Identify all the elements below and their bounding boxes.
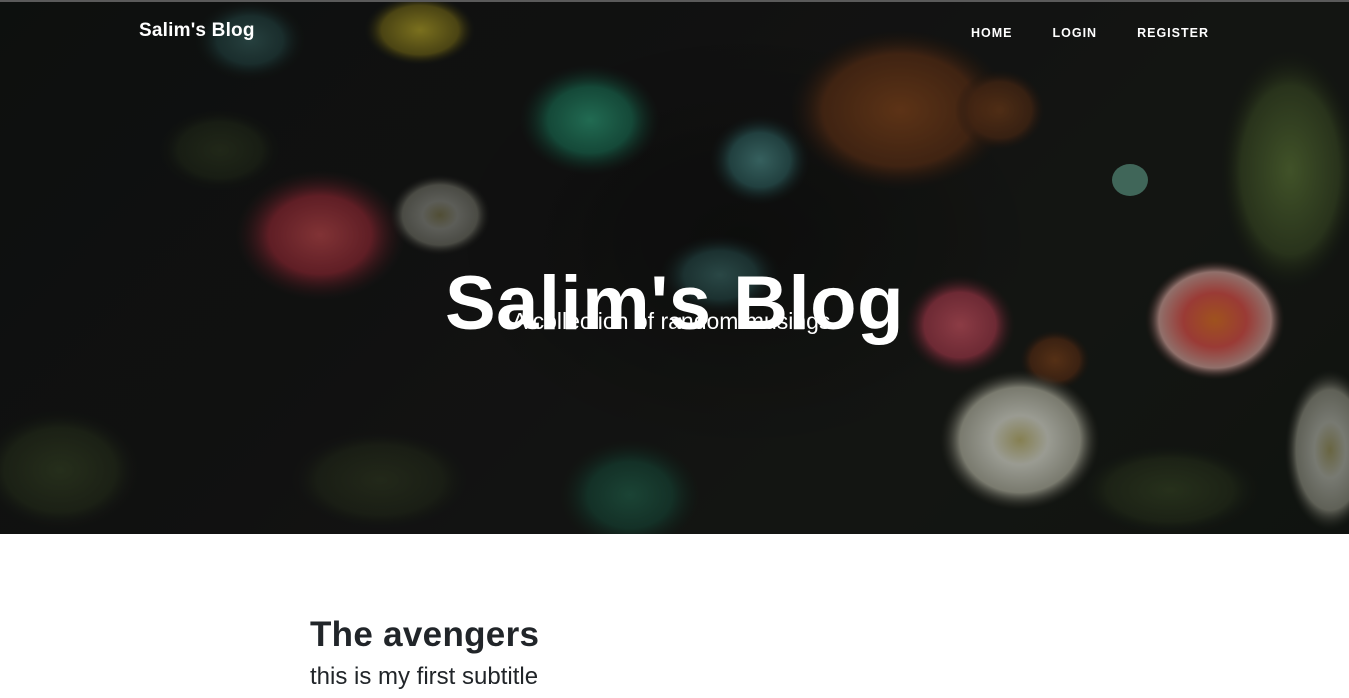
masthead: Salim's Blog HOME LOGIN REGISTER Salim's… <box>0 0 1349 534</box>
site-heading: Salim's Blog <box>444 260 905 346</box>
post-preview[interactable]: The avengers this is my first subtitle <box>310 612 1040 694</box>
nav-link-login[interactable]: LOGIN <box>1053 26 1098 40</box>
post-title[interactable]: The avengers <box>310 612 1040 658</box>
post-subtitle[interactable]: this is my first subtitle <box>310 660 1040 694</box>
nav-link-home[interactable]: HOME <box>971 26 1013 40</box>
nav-link-register[interactable]: REGISTER <box>1137 26 1209 40</box>
window-top-border <box>0 0 1349 2</box>
main-navigation: HOME LOGIN REGISTER <box>931 26 1209 40</box>
site-subheading: A collection of random musings. <box>512 308 837 334</box>
navbar-brand-link[interactable]: Salim's Blog <box>139 20 255 42</box>
